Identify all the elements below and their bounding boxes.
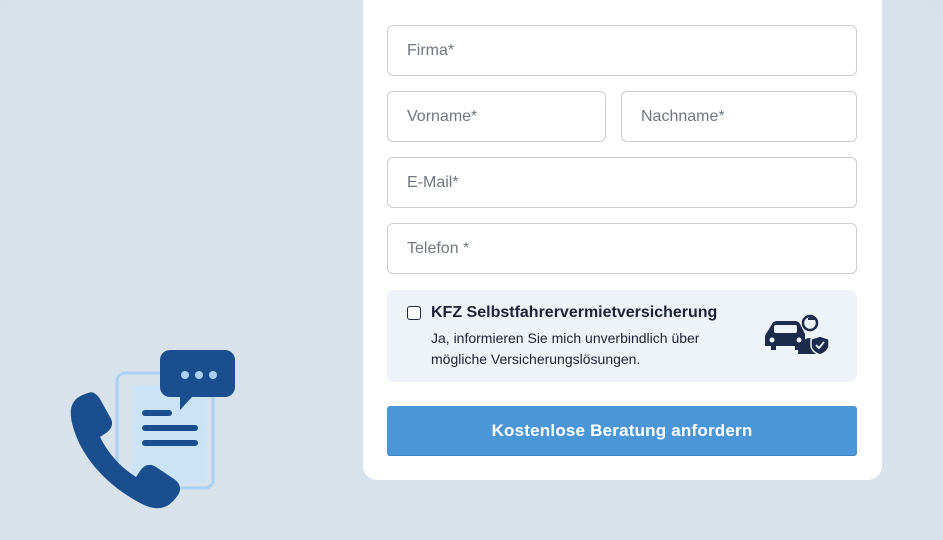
first-name-field[interactable]: Vorname* bbox=[387, 91, 606, 142]
consent-checkbox[interactable] bbox=[407, 306, 421, 320]
consent-text-line1: Ja, informieren Sie mich unverbindlich ü… bbox=[431, 330, 700, 346]
last-name-field[interactable]: Nachname* bbox=[621, 91, 857, 142]
consent-text: Ja, informieren Sie mich unverbindlich ü… bbox=[431, 328, 731, 370]
company-field[interactable]: Firma* bbox=[387, 25, 857, 76]
phone-field[interactable]: Telefon * bbox=[387, 223, 857, 274]
first-name-placeholder: Vorname* bbox=[407, 107, 478, 125]
last-name-placeholder: Nachname* bbox=[641, 107, 725, 125]
consent-title: KFZ Selbstfahrervermietversicherung bbox=[431, 304, 718, 321]
company-placeholder: Firma* bbox=[407, 41, 455, 59]
request-consultation-button[interactable]: Kostenlose Beratung anfordern bbox=[387, 406, 857, 455]
phone-placeholder: Telefon * bbox=[407, 239, 470, 257]
consent-text-line2: mögliche Versicherungslösungen. bbox=[431, 351, 641, 367]
email-placeholder: E-Mail* bbox=[407, 173, 459, 191]
phone-chat-document-icon bbox=[70, 350, 235, 509]
email-field[interactable]: E-Mail* bbox=[387, 157, 857, 208]
car-insurance-icon bbox=[765, 314, 830, 356]
